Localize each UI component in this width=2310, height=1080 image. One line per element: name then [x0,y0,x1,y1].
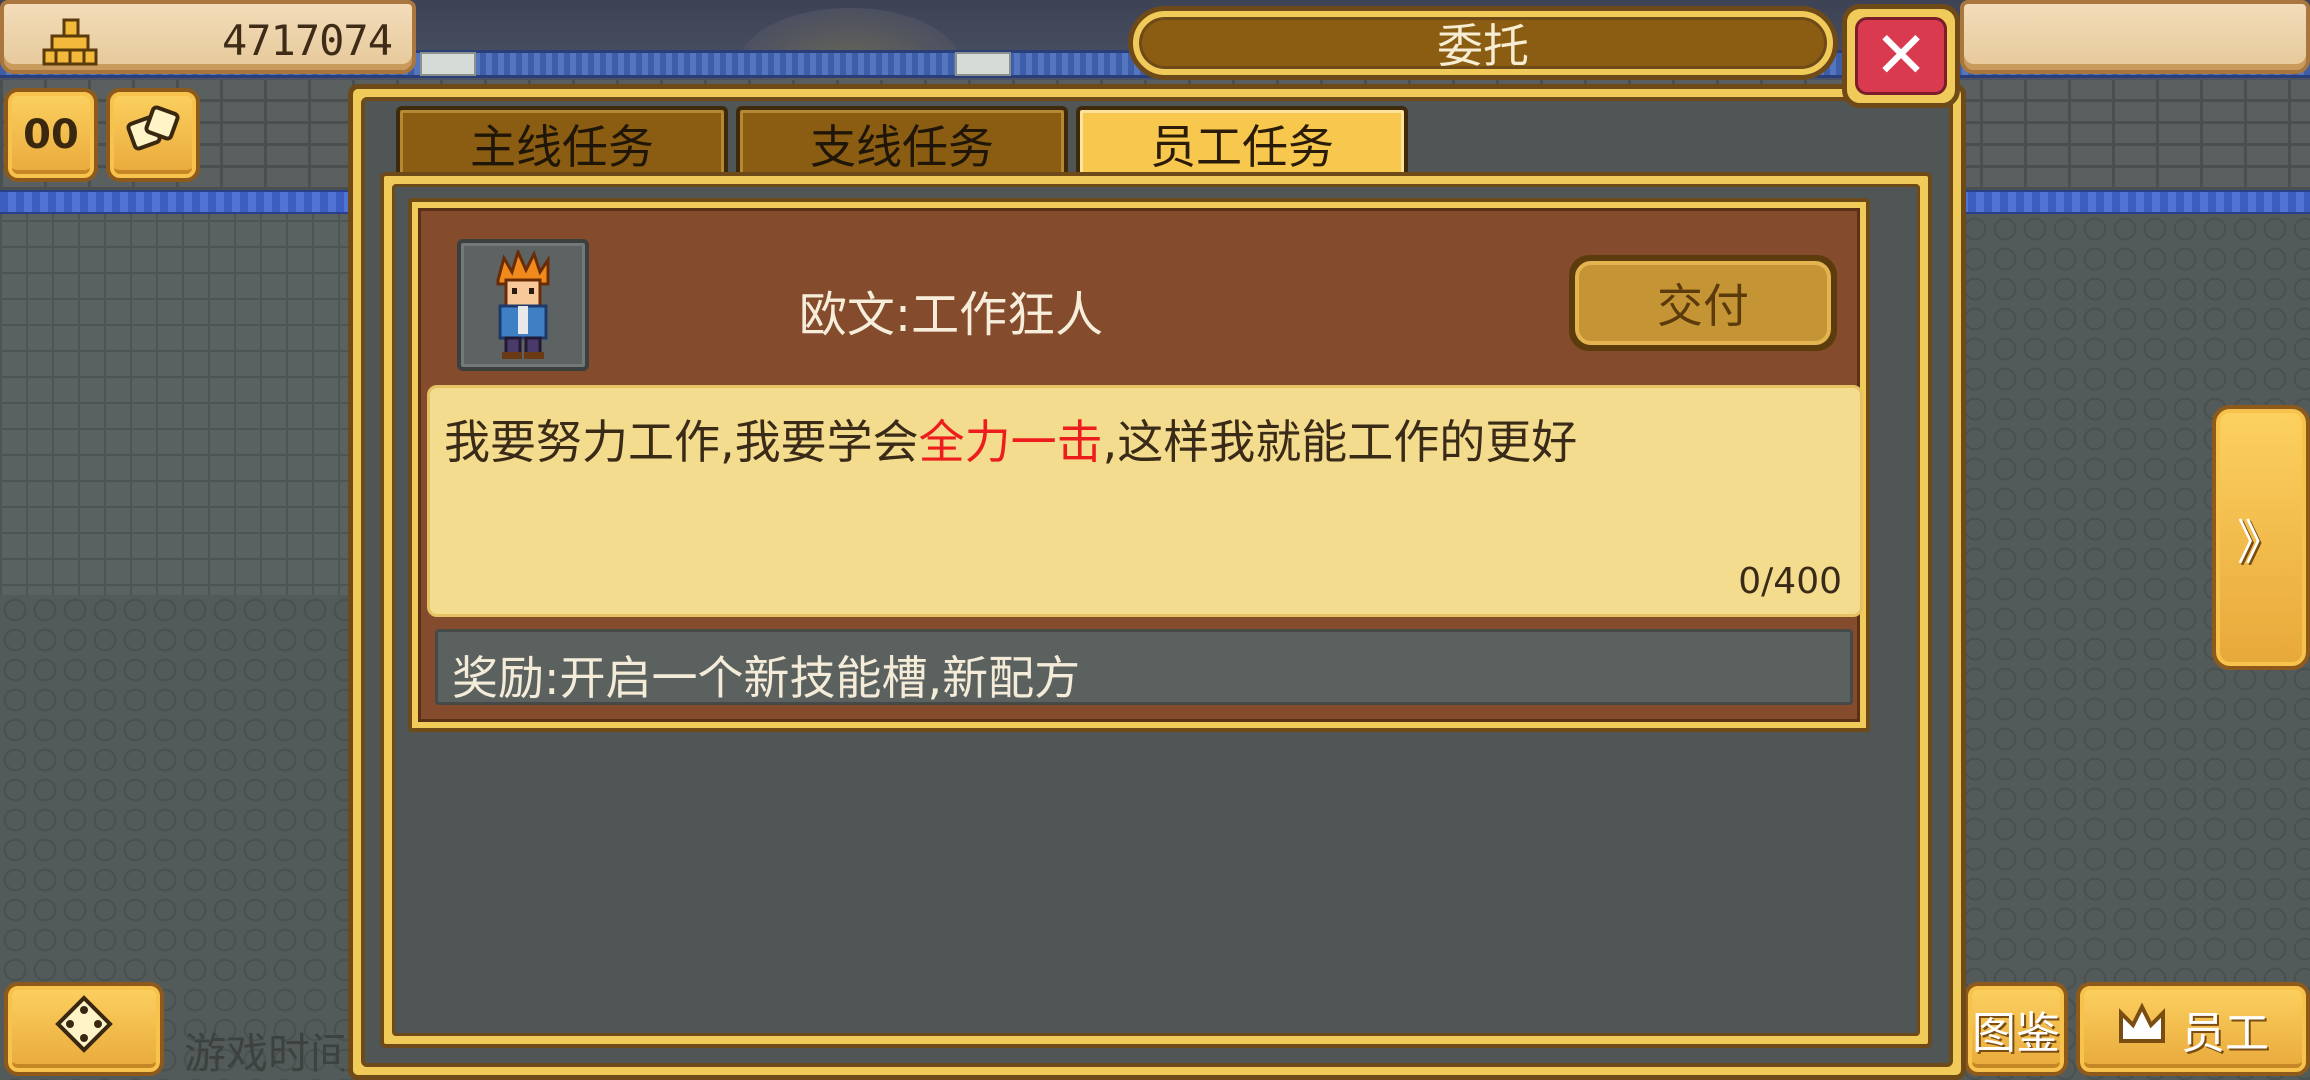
close-icon: ✕ [1855,17,1947,95]
gold-counter: 4717074 [0,0,416,74]
reward-text: 奖励:开启一个新技能槽,新配方 [452,651,1081,705]
reward-box: 奖励:开启一个新技能槽,新配方 [435,629,1853,705]
task-card: 欧文:工作狂人 交付 我要努力工作,我要学会全力一击,这样我就能工作的更好 0/… [408,198,1870,732]
speed-button[interactable] [106,88,200,182]
top-right-bar [1960,0,2310,74]
encyclopedia-label: 图鉴 [1972,1008,2060,1059]
task-description-box: 我要努力工作,我要学会全力一击,这样我就能工作的更好 0/400 [427,385,1863,617]
pause-label: 00 [23,112,79,158]
crown-icon [2117,1001,2167,1058]
tab-side-quest[interactable]: 支线任务 [736,106,1068,178]
avatar [457,239,589,371]
gold-stack-icon [42,16,98,66]
map-button[interactable] [4,982,164,1076]
character-sprite [496,250,550,359]
roof-block [955,52,1011,76]
close-button[interactable]: ✕ [1842,4,1960,108]
task-progress: 0/400 [1738,561,1842,602]
gold-value: 4717074 [221,16,393,65]
task-tabs: 主线任务 支线任务 员工任务 [396,106,1408,178]
double-arrow-icon: 》 [2236,514,2285,571]
deliver-button[interactable]: 交付 [1569,255,1837,351]
staff-label: 员工 [2181,1008,2269,1059]
task-title: 欧文:工作狂人 [798,287,1104,343]
roof-block [420,52,476,76]
dialog-title-bar: 委托 [1128,6,1838,80]
dpad-icon [54,994,114,1064]
skill-highlight: 全力一击 [918,415,1103,469]
dialog-title: 委托 [1139,17,1827,73]
tab-main-quest[interactable]: 主线任务 [396,106,728,178]
pause-button[interactable]: 00 [4,88,98,182]
game-time-label: 游戏时间 [184,1029,344,1078]
encyclopedia-button[interactable]: 图鉴 [1964,982,2068,1076]
staff-button[interactable]: 员工 [2076,982,2310,1076]
deliver-label: 交付 [1575,261,1831,345]
tab-staff-quest[interactable]: 员工任务 [1076,106,1408,178]
side-expand-button[interactable]: 》 [2212,405,2310,670]
dice-icon [125,102,181,168]
task-description: 我要努力工作,我要学会全力一击,这样我就能工作的更好 [444,415,1578,469]
